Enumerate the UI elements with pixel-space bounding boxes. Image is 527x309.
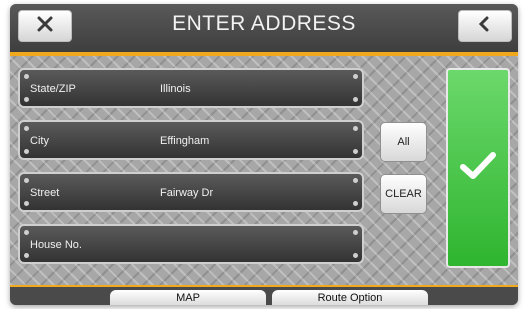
rivet-icon: [353, 149, 358, 154]
rivet-icon: [353, 201, 358, 206]
rivet-icon: [24, 126, 29, 131]
all-button-label: All: [397, 136, 410, 148]
header-bar: ENTER ADDRESS: [10, 4, 518, 52]
clear-button-label: CLEAR: [385, 188, 422, 200]
rivet-icon: [24, 178, 29, 183]
field-value: Illinois: [160, 83, 191, 95]
chevron-left-icon: [477, 15, 493, 38]
rivet-icon: [24, 74, 29, 79]
field-value: Fairway Dr: [160, 187, 214, 199]
rivet-icon: [353, 97, 358, 102]
back-button[interactable]: [458, 10, 512, 42]
rivet-icon: [353, 230, 358, 235]
field-label: City: [30, 135, 49, 147]
page-title: ENTER ADDRESS: [172, 12, 356, 35]
confirm-button[interactable]: [446, 68, 510, 268]
footer-accent-line: [10, 285, 518, 287]
rivet-icon: [353, 253, 358, 258]
tab-label: Route Option: [317, 292, 383, 304]
rivet-icon: [353, 74, 358, 79]
tab-label: MAP: [176, 292, 200, 304]
rivet-icon: [353, 178, 358, 183]
rivet-icon: [24, 253, 29, 258]
rivet-icon: [24, 149, 29, 154]
tab-route-option[interactable]: Route Option: [272, 290, 428, 305]
clear-button[interactable]: CLEAR: [380, 174, 427, 214]
field-label: State/ZIP: [30, 83, 76, 95]
tab-map[interactable]: MAP: [110, 290, 266, 305]
navigation-screen: ENTER ADDRESS State/ZIP Illinois City Ef…: [10, 4, 518, 305]
field-value: Effingham: [160, 135, 210, 147]
field-label: Street: [30, 187, 60, 199]
rivet-icon: [24, 97, 29, 102]
state-zip-field[interactable]: State/ZIP Illinois: [18, 68, 364, 108]
all-button[interactable]: All: [380, 122, 427, 162]
city-field[interactable]: City Effingham: [18, 120, 364, 160]
street-field[interactable]: Street Fairway Dr: [18, 172, 364, 212]
rivet-icon: [353, 126, 358, 131]
rivet-icon: [24, 230, 29, 235]
rivet-icon: [24, 201, 29, 206]
footer-bar: MAP Route Option: [10, 285, 518, 305]
field-label: House No.: [30, 239, 82, 251]
checkmark-icon: [459, 151, 497, 186]
house-number-field[interactable]: House No.: [18, 224, 364, 264]
